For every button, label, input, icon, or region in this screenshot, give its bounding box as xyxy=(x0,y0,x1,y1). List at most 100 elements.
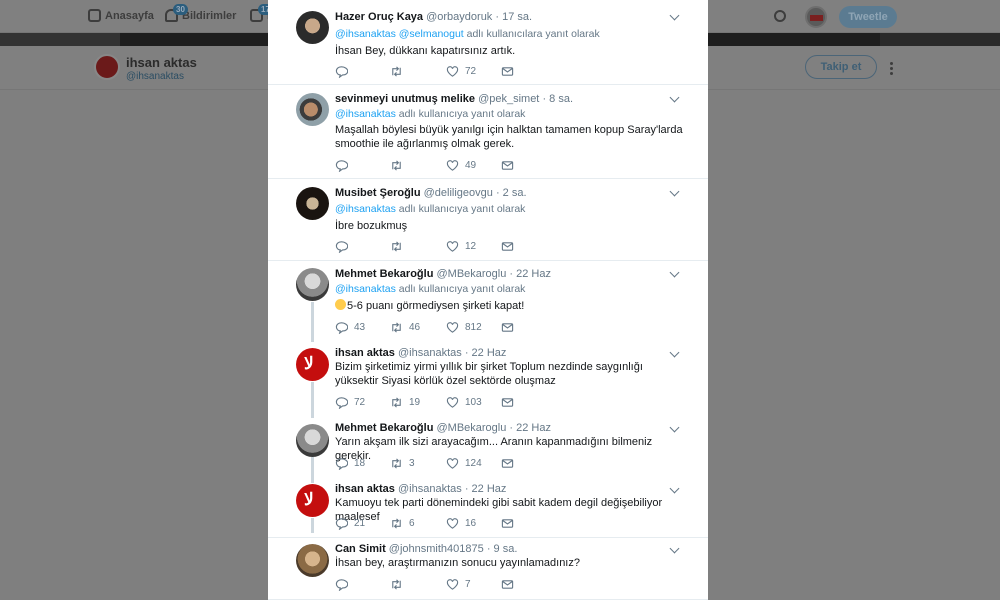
chevron-down-icon[interactable] xyxy=(669,10,680,21)
retweet-button[interactable] xyxy=(390,240,409,253)
nav-notifications[interactable]: 30 Bildirimler xyxy=(165,4,236,22)
message-button[interactable] xyxy=(501,396,514,409)
search-icon[interactable] xyxy=(774,10,786,22)
tweet-time[interactable]: · 22 Haz xyxy=(465,347,507,359)
avatar[interactable]: ﻻ xyxy=(296,484,329,517)
tweet-item[interactable]: Mehmet Bekaroğlu @MBekaroglu · 22 Haz @i… xyxy=(268,261,708,341)
reply-button[interactable]: 21 xyxy=(335,517,365,530)
tweet-time[interactable]: · 9 sa. xyxy=(487,543,518,555)
author-handle[interactable]: @johnsmith401875 xyxy=(389,543,484,555)
reply-button[interactable]: 72 xyxy=(335,396,365,409)
tweet-item[interactable]: Musibet Şeroğlu @deliligeovgu · 2 sa. @i… xyxy=(268,179,708,261)
heart-icon xyxy=(446,66,459,77)
avatar[interactable] xyxy=(296,544,329,577)
avatar[interactable] xyxy=(296,424,329,457)
author-handle[interactable]: @MBekaroglu xyxy=(436,268,506,280)
message-button[interactable] xyxy=(501,321,514,334)
message-button[interactable] xyxy=(501,240,514,253)
message-button[interactable] xyxy=(501,65,514,78)
reply-button[interactable] xyxy=(335,65,354,78)
avatar[interactable] xyxy=(296,11,329,44)
author-handle[interactable]: @MBekaroglu xyxy=(436,422,506,434)
author-name[interactable]: Mehmet Bekaroğlu xyxy=(335,268,433,280)
avatar[interactable]: ﻻ xyxy=(296,348,329,381)
author-name[interactable]: Hazer Oruç Kaya xyxy=(335,11,423,23)
tweet-item[interactable]: Mehmet Bekaroğlu @MBekaroglu · 22 Haz Ya… xyxy=(268,417,708,477)
author-name[interactable]: ihsan aktas xyxy=(335,483,395,495)
tweet-time[interactable]: · 22 Haz xyxy=(465,483,507,495)
author-name[interactable]: Mehmet Bekaroğlu xyxy=(335,422,433,434)
author-name[interactable]: Musibet Şeroğlu xyxy=(335,187,421,199)
chevron-down-icon[interactable] xyxy=(669,186,680,197)
message-button[interactable] xyxy=(501,457,514,470)
tweet-time[interactable]: · 17 sa. xyxy=(495,11,532,23)
message-button[interactable] xyxy=(501,578,514,591)
chevron-down-icon[interactable] xyxy=(669,483,680,494)
like-button[interactable]: 12 xyxy=(446,240,476,253)
tweet-header: Can Simit @johnsmith401875 · 9 sa. xyxy=(335,543,517,555)
tweet-item[interactable]: Hazer Oruç Kaya @orbaydoruk · 17 sa. @ih… xyxy=(268,0,708,85)
chevron-down-icon[interactable] xyxy=(669,543,680,554)
tweet-item[interactable]: sevinmeyi unutmuş melike @pek_simet · 8 … xyxy=(268,85,708,179)
profile-avatar[interactable] xyxy=(94,54,120,80)
retweet-button[interactable] xyxy=(390,159,409,172)
retweet-button[interactable]: 19 xyxy=(390,396,420,409)
reply-mentions[interactable]: @ihsanaktas xyxy=(335,108,396,120)
retweet-button[interactable] xyxy=(390,65,409,78)
like-button[interactable]: 49 xyxy=(446,159,476,172)
heart-icon xyxy=(446,397,459,408)
tweet-item[interactable]: ﻻ ihsan aktas @ihsanaktas · 22 Haz Kamuo… xyxy=(268,477,708,538)
author-handle[interactable]: @ihsanaktas xyxy=(398,347,462,359)
retweet-button[interactable]: 46 xyxy=(390,321,420,334)
avatar[interactable] xyxy=(296,93,329,126)
retweet-button[interactable]: 3 xyxy=(390,457,415,470)
retweet-button[interactable] xyxy=(390,578,409,591)
author-name[interactable]: ihsan aktas xyxy=(335,347,395,359)
tweet-time[interactable]: · 22 Haz xyxy=(509,268,551,280)
tweet-time[interactable]: · 8 sa. xyxy=(542,93,573,105)
reply-button[interactable]: 18 xyxy=(335,457,365,470)
tweet-time[interactable]: · 22 Haz xyxy=(509,422,551,434)
tweet-item[interactable]: Can Simit @johnsmith401875 · 9 sa. İhsan… xyxy=(268,538,708,600)
reply-button[interactable] xyxy=(335,578,354,591)
like-button[interactable]: 103 xyxy=(446,396,482,409)
reply-button[interactable]: 43 xyxy=(335,321,365,334)
tweet-text: İhsan Bey, dükkanı kapatırsınız artık. xyxy=(335,45,516,57)
like-button[interactable]: 124 xyxy=(446,457,482,470)
author-handle[interactable]: @ihsanaktas xyxy=(398,483,462,495)
nav-home[interactable]: Anasayfa xyxy=(88,9,154,22)
reply-mentions[interactable]: @ihsanaktas xyxy=(335,283,396,295)
account-avatar[interactable] xyxy=(805,6,827,28)
follow-button[interactable]: Takip et xyxy=(805,55,877,79)
profile-handle[interactable]: @ihsanaktas xyxy=(126,71,184,82)
avatar[interactable] xyxy=(296,187,329,220)
author-handle[interactable]: @orbaydoruk xyxy=(426,11,492,23)
tweet-item[interactable]: ﻻ ihsan aktas @ihsanaktas · 22 Haz Bizim… xyxy=(268,341,708,417)
avatar[interactable] xyxy=(296,268,329,301)
tweet-button[interactable]: Tweetle xyxy=(839,6,897,28)
author-handle[interactable]: @deliligeovgu xyxy=(424,187,493,199)
message-button[interactable] xyxy=(501,159,514,172)
author-name[interactable]: Can Simit xyxy=(335,543,386,555)
chevron-down-icon[interactable] xyxy=(669,347,680,358)
reply-button[interactable] xyxy=(335,159,354,172)
like-button[interactable]: 7 xyxy=(446,578,471,591)
tweet-time[interactable]: · 2 sa. xyxy=(496,187,527,199)
chevron-down-icon[interactable] xyxy=(669,267,680,278)
like-button[interactable]: 72 xyxy=(446,65,476,78)
reply-mentions[interactable]: @ihsanaktas @selmanogut xyxy=(335,28,464,40)
more-options-icon[interactable] xyxy=(890,62,893,75)
retweet-button[interactable]: 6 xyxy=(390,517,415,530)
reply-button[interactable] xyxy=(335,240,354,253)
like-button[interactable]: 812 xyxy=(446,321,482,334)
message-button[interactable] xyxy=(501,517,514,530)
author-handle[interactable]: @pek_simet xyxy=(478,93,539,105)
like-button[interactable]: 16 xyxy=(446,517,476,530)
retweet-icon xyxy=(392,322,401,333)
profile-name[interactable]: ihsan aktas xyxy=(126,55,197,70)
chevron-down-icon[interactable] xyxy=(669,92,680,103)
chevron-down-icon[interactable] xyxy=(669,422,680,433)
reply-suffix: adlı kullanıcıya yanıt olarak xyxy=(395,108,526,120)
author-name[interactable]: sevinmeyi unutmuş melike xyxy=(335,93,475,105)
reply-mentions[interactable]: @ihsanaktas xyxy=(335,203,396,215)
